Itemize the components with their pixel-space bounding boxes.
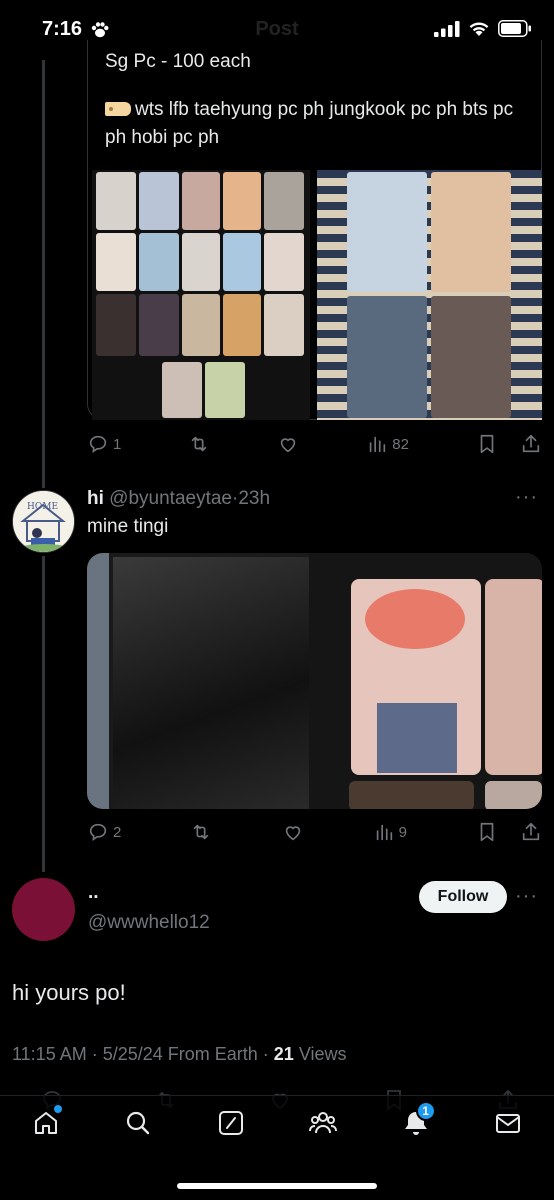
nav-home[interactable] bbox=[20, 1103, 72, 1143]
views-icon bbox=[370, 436, 386, 453]
share-icon[interactable] bbox=[520, 821, 542, 843]
author-handle[interactable]: @wwwhello12 bbox=[88, 912, 210, 934]
tweet-text-cut-line: Sg Pc - 100 each bbox=[105, 51, 251, 72]
search-icon bbox=[127, 1111, 150, 1135]
thread-line bbox=[42, 60, 45, 488]
avatar-illustration: HOME bbox=[13, 491, 74, 552]
reply-count: 2 bbox=[113, 823, 122, 841]
notification-badge: 1 bbox=[415, 1101, 436, 1121]
tweet-meta: 11:15 AM · 5/25/24 From Earth · 21 Views bbox=[12, 1044, 347, 1065]
avatar[interactable] bbox=[12, 878, 75, 941]
reply-count: 1 bbox=[113, 435, 122, 453]
tweet-photo-collage-right[interactable] bbox=[317, 170, 542, 420]
reply-tweet-header: hi @byuntaeytae·23h bbox=[87, 488, 270, 510]
home-unread-dot bbox=[54, 1105, 62, 1113]
repost-icon bbox=[194, 824, 209, 840]
reply-button[interactable]: 1 bbox=[87, 433, 121, 455]
tweet-timestamp[interactable]: 11:15 AM · 5/25/24 From Earth · bbox=[12, 1044, 274, 1064]
tweet-text: hi yours po! bbox=[12, 980, 126, 1005]
more-options-icon[interactable]: ··· bbox=[515, 486, 538, 509]
tweet-actions: 1 82 bbox=[87, 430, 542, 458]
tweet-photo-collage-left[interactable] bbox=[92, 170, 310, 420]
views-label: Views bbox=[293, 1044, 347, 1064]
share-icon[interactable] bbox=[520, 433, 542, 455]
views-count: 9 bbox=[398, 823, 407, 841]
author-name[interactable]: hi bbox=[87, 488, 104, 509]
tweet-body: wts lfb taehyung pc ph jungkook pc ph bt… bbox=[105, 99, 514, 148]
nav-messages[interactable] bbox=[482, 1103, 534, 1143]
tweet-action-right bbox=[476, 821, 542, 843]
reply-button[interactable]: 2 bbox=[87, 821, 121, 843]
bottom-nav-items: 1 bbox=[20, 1101, 534, 1143]
avatar-label: HOME bbox=[27, 502, 58, 512]
tweet-time: 23h bbox=[238, 488, 271, 509]
tweet-photo[interactable] bbox=[87, 553, 542, 809]
thread-line bbox=[42, 556, 45, 872]
views-button[interactable]: 9 bbox=[373, 821, 407, 843]
follow-button[interactable]: Follow bbox=[419, 881, 507, 913]
views-icon bbox=[376, 824, 392, 841]
home-indicator bbox=[177, 1183, 377, 1189]
wifi-icon bbox=[469, 21, 489, 36]
tweet-text: Sg Pc - 100 each wts lfb taehyung pc ph … bbox=[105, 51, 525, 152]
bookmark-icon[interactable] bbox=[476, 821, 498, 843]
repost-button[interactable] bbox=[188, 433, 210, 455]
author-name[interactable]: .. bbox=[88, 882, 99, 904]
price-tag-icon bbox=[105, 102, 131, 116]
battery-icon bbox=[498, 20, 531, 37]
repost-button[interactable] bbox=[190, 821, 212, 843]
reply-icon bbox=[89, 823, 107, 842]
like-button[interactable] bbox=[282, 821, 304, 843]
bookmark-icon[interactable] bbox=[476, 433, 498, 455]
communities-icon bbox=[309, 1112, 338, 1134]
grok-icon bbox=[218, 1111, 243, 1135]
nav-grok[interactable] bbox=[205, 1103, 257, 1143]
avatar[interactable]: HOME bbox=[12, 490, 75, 553]
nav-search[interactable] bbox=[112, 1103, 164, 1143]
heart-icon bbox=[281, 438, 296, 453]
view-count: 21 bbox=[273, 1044, 294, 1064]
heart-icon bbox=[285, 826, 300, 841]
repost-icon bbox=[192, 436, 207, 452]
signal-icon bbox=[434, 20, 460, 37]
nav-notifications[interactable]: 1 bbox=[390, 1101, 442, 1143]
like-button[interactable] bbox=[277, 433, 299, 455]
tweet-action-right bbox=[476, 433, 542, 455]
tweet-actions: 2 9 bbox=[87, 818, 542, 846]
status-time: 7:16 bbox=[42, 18, 83, 40]
views-count: 82 bbox=[392, 435, 409, 453]
nav-communities[interactable] bbox=[297, 1103, 349, 1143]
tweet-text: mine tingi bbox=[87, 516, 169, 537]
author-handle[interactable]: @byuntaeytae bbox=[109, 488, 232, 509]
reply-icon bbox=[89, 435, 107, 454]
views-button[interactable]: 82 bbox=[366, 433, 409, 455]
status-icons bbox=[434, 20, 532, 37]
messages-icon bbox=[495, 1114, 520, 1133]
more-options-icon[interactable]: ··· bbox=[515, 885, 538, 908]
paw-icon bbox=[91, 22, 109, 38]
